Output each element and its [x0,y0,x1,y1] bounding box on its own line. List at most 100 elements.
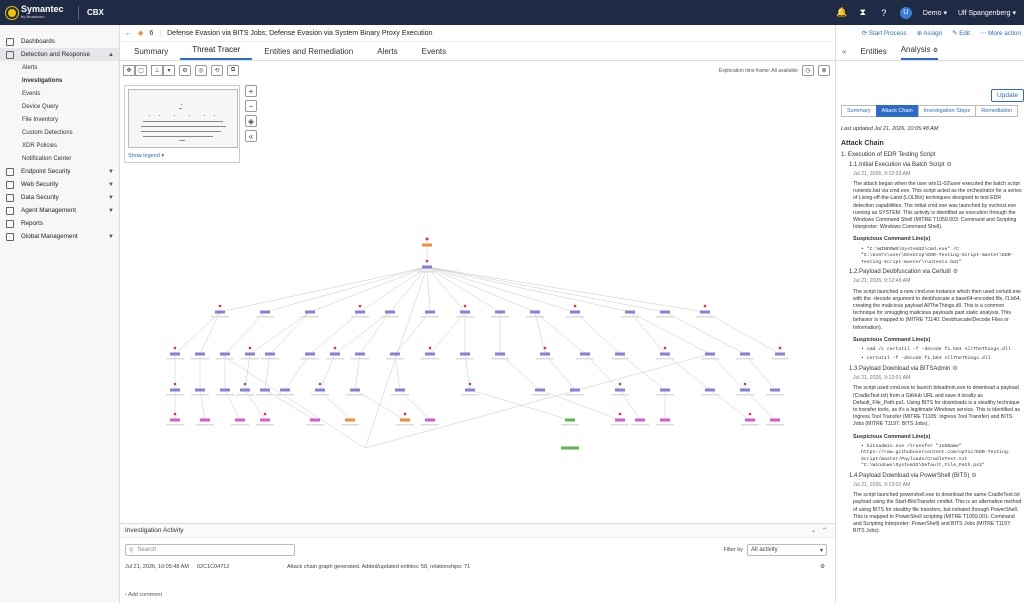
sidebar-item-detection-response[interactable]: Detection and Response ▲ [0,48,119,61]
graph-node[interactable] [422,265,432,269]
graph-node[interactable] [570,310,580,314]
graph-node[interactable] [305,352,315,356]
graph-node[interactable] [660,418,670,422]
user-menu[interactable]: Ulf Spangenberg ▾ [958,9,1016,17]
select-box-icon[interactable]: ▢ [135,65,147,76]
chevron-down-icon[interactable]: ▾ [163,65,175,76]
zoom-in-icon[interactable]: + [245,85,257,97]
sidebar-sub-events[interactable]: Events [0,87,119,100]
sidebar-item-reports[interactable]: Reports [0,217,119,230]
graph-node[interactable] [625,310,635,314]
sidebar-sub-device-query[interactable]: Device Query [0,100,119,113]
graph-minimap[interactable]: Show legend ▾ [124,85,240,163]
sidebar-item-endpoint-security[interactable]: Endpoint Security ▼ [0,165,119,178]
tab-entities[interactable]: Entities [860,47,886,60]
graph-node[interactable] [535,388,545,392]
graph-node[interactable] [220,352,230,356]
graph-node[interactable] [200,418,210,422]
graph-node[interactable] [330,352,340,356]
bell-icon[interactable]: 🔔 [836,7,847,18]
graph-node[interactable] [400,418,410,422]
graph-node[interactable] [635,418,645,422]
graph-node[interactable] [425,310,435,314]
graph-node[interactable] [170,388,180,392]
org-selector[interactable]: Demo ▾ [923,9,947,17]
expand-chevron-icon[interactable]: ⌃ [822,527,827,534]
graph-node[interactable] [350,388,360,392]
subtab-attack-chain[interactable]: Attack Chain [875,105,919,117]
sidebar-item-web-security[interactable]: Web Security ▼ [0,178,119,191]
graph-node[interactable] [745,418,755,422]
tab-alerts[interactable]: Alerts [365,47,409,60]
graph-node[interactable] [395,388,405,392]
gear-icon[interactable]: ⚙ [971,473,976,479]
graph-node[interactable] [355,310,365,314]
graph-node[interactable] [170,418,180,422]
settings-icon[interactable]: ⚙ [179,65,191,76]
tab-entities-remediation[interactable]: Entities and Remediation [252,47,365,60]
tab-events[interactable]: Events [410,47,458,60]
graph-node[interactable] [615,352,625,356]
panel-collapse-icon[interactable]: « [842,47,846,60]
help-icon[interactable]: ? [879,8,889,18]
subtab-summary[interactable]: Summary [841,105,877,117]
sidebar-sub-alerts[interactable]: Alerts [0,61,119,74]
collapse-chevron-icon[interactable]: ⌄ [811,527,816,534]
graph-node[interactable] [615,388,625,392]
graph-node[interactable] [565,418,575,422]
fit-center-icon[interactable]: ◈ [245,115,257,127]
graph-node[interactable] [385,310,395,314]
graph-node[interactable] [465,388,475,392]
graph-node[interactable] [265,352,275,356]
graph-node[interactable] [355,352,365,356]
graph-node[interactable] [770,388,780,392]
graph-node[interactable] [660,352,670,356]
hourglass-icon[interactable]: ⧗ [858,7,868,18]
back-arrow-icon[interactable]: ← [125,30,132,37]
graph-node[interactable] [260,310,270,314]
filter-icon[interactable]: ◎ [195,65,207,76]
graph-node[interactable] [495,310,505,314]
graph-node[interactable] [390,352,400,356]
collapse-double-chevron-icon[interactable]: « [245,130,257,142]
graph-node[interactable] [280,388,290,392]
gear-icon[interactable]: ⚙ [946,162,951,168]
graph-node[interactable] [195,388,205,392]
graph-node[interactable] [770,418,780,422]
graph-node[interactable] [240,388,250,392]
export-icon[interactable]: ⧉ [227,65,239,76]
activity-search-input[interactable]: ⚲ Search [125,544,295,556]
subtab-remediation[interactable]: Remediation [975,105,1019,117]
sidebar-item-agent-management[interactable]: Agent Management ▼ [0,204,119,217]
sidebar-sub-file-inventory[interactable]: File Inventory [0,113,119,126]
history-icon[interactable]: ◷ [802,65,814,76]
gear-icon[interactable]: ⚙ [952,366,957,372]
edit-button[interactable]: ✎ Edit [952,30,970,37]
graph-node[interactable] [195,352,205,356]
move-icon[interactable]: ✥ [123,65,135,76]
graph-node[interactable] [170,352,180,356]
sidebar-sub-xdr-policies[interactable]: XDR Policies [0,139,119,152]
sidebar-sub-custom-detections[interactable]: Custom Detections [0,126,119,139]
graph-node[interactable] [425,352,435,356]
tab-summary[interactable]: Summary [122,47,180,60]
graph-node[interactable] [740,352,750,356]
start-process-button[interactable]: ⟳ Start Process [862,30,907,37]
graph-node[interactable] [245,352,255,356]
sidebar-sub-notification-center[interactable]: Notification Center [0,152,119,165]
tab-analysis[interactable]: Analysis ⚙ [900,45,939,60]
minimap-viewport[interactable] [128,89,238,148]
graph-node[interactable] [660,388,670,392]
update-button[interactable]: Update [991,89,1024,102]
layout-tree-icon[interactable]: ⊥ [151,65,163,76]
link-icon[interactable]: ⟲ [211,65,223,76]
tab-threat-tracer[interactable]: Threat Tracer [180,45,253,60]
gear-icon[interactable]: ⚙ [820,564,825,570]
graph-node[interactable] [460,352,470,356]
activity-filter-select[interactable]: All activity ▾ [747,544,827,556]
zoom-out-icon[interactable]: − [245,100,257,112]
show-legend-link[interactable]: Show legend ▾ [128,153,164,159]
graph-node[interactable] [235,418,245,422]
sidebar-sub-investigations[interactable]: Investigations [0,74,119,87]
add-comment-button[interactable]: › Add comment [125,592,162,598]
